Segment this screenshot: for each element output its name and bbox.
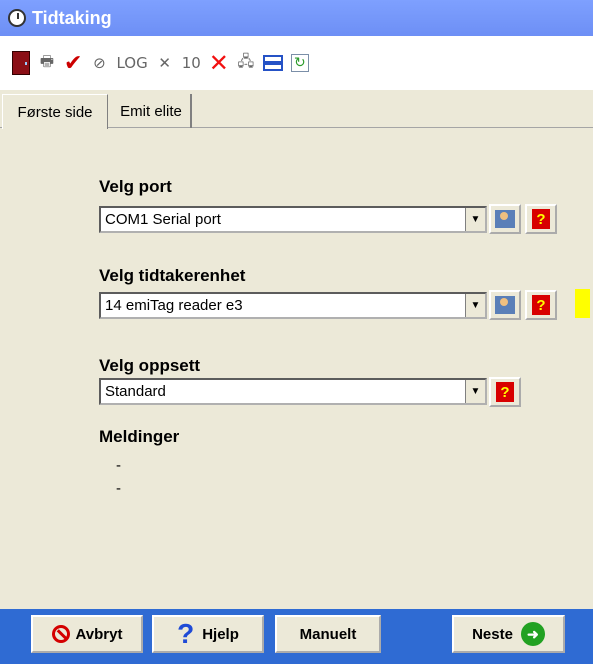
- tab-strip: Første side Emit elite: [0, 90, 593, 129]
- window-title: Tidtaking: [32, 7, 112, 28]
- port-select[interactable]: COM1 Serial port ▼: [99, 206, 487, 233]
- yellow-indicator: [575, 289, 590, 318]
- exit-door-icon[interactable]: [12, 51, 30, 75]
- messages-label: Meldinger: [99, 427, 180, 446]
- port-value: COM1 Serial port: [105, 211, 221, 228]
- stop-icon: [51, 625, 70, 643]
- port-user-button[interactable]: [489, 204, 521, 234]
- stopwatch-icon: [8, 9, 26, 27]
- cancel-button[interactable]: Avbryt: [31, 615, 143, 653]
- unit-select[interactable]: 14 emiTag reader e3 ▼: [99, 292, 487, 319]
- network-computer-icon[interactable]: 🖧: [237, 51, 255, 75]
- help-icon: ?: [177, 618, 195, 649]
- manual-button[interactable]: Manuelt: [275, 615, 381, 653]
- port-help-button[interactable]: ?: [525, 204, 557, 234]
- refresh-icon[interactable]: ↻: [290, 54, 309, 72]
- setup-label: Velg oppsett: [99, 356, 201, 375]
- next-button[interactable]: Neste ➜: [452, 615, 565, 653]
- tab-emit-elite[interactable]: Emit elite: [112, 94, 192, 128]
- port-label: Velg port: [99, 177, 172, 196]
- user-icon: [495, 296, 515, 314]
- prohibited-icon[interactable]: ⊘: [90, 51, 108, 75]
- tools-icon[interactable]: ✕: [156, 51, 174, 75]
- printer-icon[interactable]: 🖶: [38, 51, 56, 75]
- setup-select[interactable]: Standard ▼: [99, 378, 487, 405]
- user-icon: [495, 210, 515, 228]
- chevron-down-icon[interactable]: ▼: [465, 380, 485, 403]
- question-icon: ?: [496, 382, 514, 402]
- count-button[interactable]: 10: [182, 51, 201, 75]
- chevron-down-icon[interactable]: ▼: [465, 294, 485, 317]
- tab-first-page[interactable]: Første side: [2, 94, 108, 129]
- toolbar: 🖶 ✔ ⊘ LOG ✕ 10 ✕ 🖧 ↻: [0, 36, 593, 90]
- help-button[interactable]: ? Hjelp: [152, 615, 264, 653]
- unit-user-button[interactable]: [489, 290, 521, 320]
- setup-help-button[interactable]: ?: [489, 377, 521, 407]
- setup-value: Standard: [105, 383, 166, 400]
- chevron-down-icon[interactable]: ▼: [465, 208, 485, 231]
- unit-help-button[interactable]: ?: [525, 290, 557, 320]
- display-icon[interactable]: [262, 55, 283, 71]
- message-line: -: [116, 457, 121, 474]
- arrow-right-icon: ➜: [520, 622, 545, 646]
- question-icon: ?: [532, 295, 550, 315]
- checkmark-icon[interactable]: ✔: [64, 51, 82, 76]
- message-line: -: [116, 480, 121, 497]
- delete-icon[interactable]: ✕: [209, 49, 229, 77]
- log-button[interactable]: LOG: [116, 51, 147, 75]
- unit-label: Velg tidtakerenhet: [99, 266, 246, 285]
- question-icon: ?: [532, 209, 550, 229]
- unit-value: 14 emiTag reader e3: [105, 297, 243, 314]
- title-bar: Tidtaking: [0, 0, 593, 36]
